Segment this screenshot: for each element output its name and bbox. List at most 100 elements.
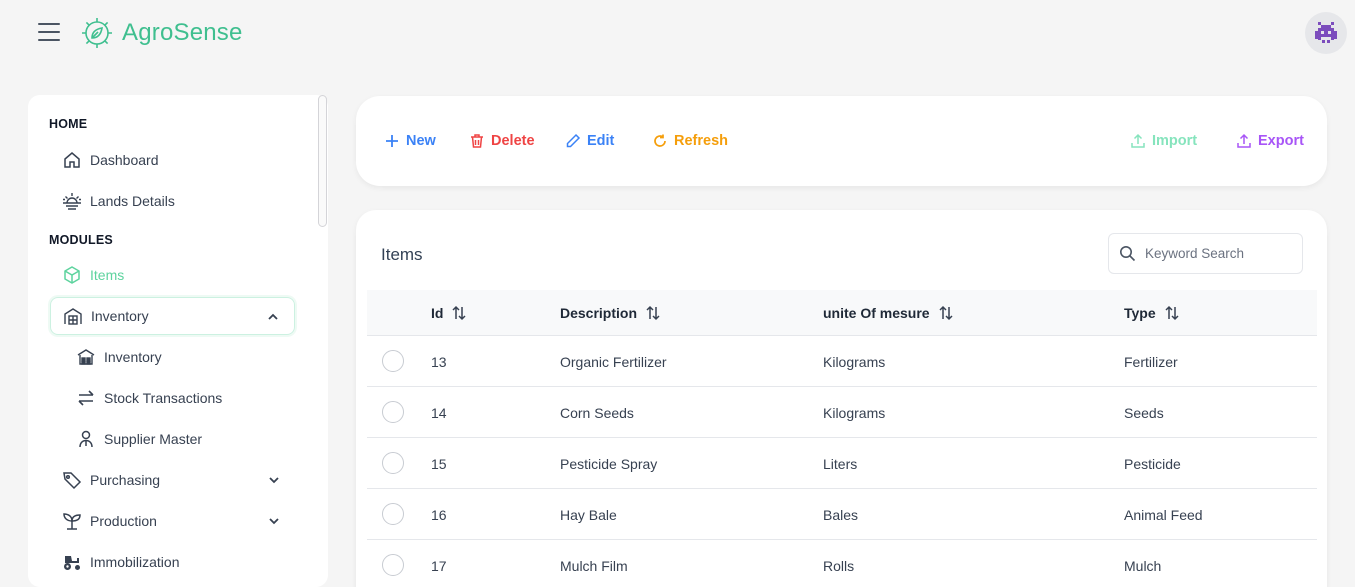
sidebar-item-label: Production <box>90 513 157 529</box>
edit-button-label: Edit <box>587 133 615 149</box>
top-bar: AgroSense <box>0 0 1355 66</box>
cell-unit-of-measure: Kilograms <box>823 353 886 370</box>
cell-description: Hay Bale <box>560 506 617 523</box>
sunrise-icon <box>63 193 81 210</box>
toolbar: New Delete Edit Refresh Import Export <box>356 96 1327 186</box>
sprout-icon <box>63 513 81 530</box>
table-title: Items <box>381 245 423 264</box>
cell-id: 17 <box>431 557 447 574</box>
sidebar-item-immobilization[interactable]: Immobilization <box>50 543 295 581</box>
table-row[interactable]: 16 Hay Bale Bales Animal Feed <box>367 489 1317 540</box>
delete-button[interactable]: Delete <box>469 130 535 152</box>
column-header-label: Type <box>1124 305 1156 321</box>
new-button[interactable]: New <box>384 130 436 152</box>
column-header-label: unite Of mesure <box>823 305 930 321</box>
sidebar-subitem-stock-transactions[interactable]: Stock Transactions <box>50 379 295 417</box>
sidebar-subitem-inventory[interactable]: Inventory <box>50 338 295 376</box>
sidebar-item-label: Items <box>90 267 125 283</box>
row-select-radio[interactable] <box>382 401 404 423</box>
upload-icon <box>1237 133 1251 148</box>
search-icon <box>1120 246 1136 262</box>
hamburger-menu-icon[interactable] <box>36 20 62 44</box>
pencil-icon <box>566 133 581 148</box>
user-pin-icon <box>79 430 93 448</box>
tractor-icon <box>64 556 80 570</box>
warehouse-icon <box>64 308 82 325</box>
column-header-label: Description <box>560 305 638 321</box>
sidebar-item-label: Immobilization <box>90 554 180 570</box>
sidebar-item-production[interactable]: Production <box>50 502 295 540</box>
sidebar-item-items[interactable]: Items <box>50 256 295 294</box>
search-input[interactable] <box>1145 246 1295 261</box>
sort-icon <box>646 305 660 321</box>
agrosense-logo-icon <box>78 14 116 52</box>
sidebar-subitem-supplier-master[interactable]: Supplier Master <box>50 420 295 458</box>
cell-unit-of-measure: Liters <box>823 455 858 472</box>
sidebar-item-dashboard[interactable]: Dashboard <box>50 141 295 179</box>
refresh-button-label: Refresh <box>674 133 728 149</box>
cell-description: Pesticide Spray <box>560 455 658 472</box>
chevron-up-icon <box>268 313 278 320</box>
tag-icon <box>63 472 82 490</box>
sidebar: HOME Dashboard Lands Details MODULES Ite… <box>28 95 328 587</box>
column-header-unit-of-measure[interactable]: unite Of mesure <box>823 290 954 336</box>
table-row[interactable]: 13 Organic Fertilizer Kilograms Fertiliz… <box>367 336 1317 387</box>
column-header-label: Id <box>431 305 444 321</box>
import-button[interactable]: Import <box>1130 130 1197 152</box>
upload-icon <box>1131 133 1145 148</box>
sidebar-scrollbar[interactable] <box>318 95 327 227</box>
row-select-radio[interactable] <box>382 503 404 525</box>
plus-icon <box>386 135 398 147</box>
section-home: HOME <box>49 117 88 131</box>
sidebar-item-label: Lands Details <box>90 193 175 209</box>
avatar[interactable] <box>1305 12 1347 54</box>
cell-unit-of-measure: Kilograms <box>823 404 886 421</box>
sidebar-item-label: Stock Transactions <box>104 390 223 406</box>
home-icon <box>64 152 80 168</box>
cell-type: Pesticide <box>1124 455 1181 472</box>
arrows-exchange-icon <box>78 390 94 406</box>
sidebar-item-label: Inventory <box>91 308 149 324</box>
sort-icon <box>452 305 466 321</box>
cell-id: 14 <box>431 404 447 421</box>
table-row[interactable]: 14 Corn Seeds Kilograms Seeds <box>367 387 1317 438</box>
refresh-button[interactable]: Refresh <box>652 130 728 152</box>
cell-id: 13 <box>431 353 447 370</box>
sidebar-item-purchasing[interactable]: Purchasing <box>50 461 295 499</box>
sidebar-item-lands-details[interactable]: Lands Details <box>50 182 295 220</box>
table-row[interactable]: 17 Mulch Film Rolls Mulch <box>367 540 1317 587</box>
column-header-id[interactable]: Id <box>431 290 467 336</box>
chevron-down-icon <box>269 518 279 525</box>
sidebar-item-label: Dashboard <box>90 152 159 168</box>
items-table-card: Items Id Description unite Of mesure Typ… <box>356 210 1327 587</box>
cell-description: Organic Fertilizer <box>560 353 667 370</box>
cell-description: Mulch Film <box>560 557 628 574</box>
chevron-down-icon <box>269 477 279 484</box>
sidebar-item-label: Supplier Master <box>104 431 203 447</box>
refresh-icon <box>654 134 666 147</box>
cell-description: Corn Seeds <box>560 404 634 421</box>
warehouse-small-icon <box>77 349 95 365</box>
row-select-radio[interactable] <box>382 554 404 576</box>
brand-name: AgroSense <box>122 19 243 46</box>
keyword-search[interactable] <box>1108 233 1303 274</box>
edit-button[interactable]: Edit <box>565 130 614 152</box>
cell-type: Fertilizer <box>1124 353 1178 370</box>
sidebar-item-inventory[interactable]: Inventory <box>50 297 295 335</box>
table-row[interactable]: 15 Pesticide Spray Liters Pesticide <box>367 438 1317 489</box>
cell-id: 15 <box>431 455 447 472</box>
row-select-radio[interactable] <box>382 350 404 372</box>
export-button[interactable]: Export <box>1236 130 1304 152</box>
column-header-type[interactable]: Type <box>1124 290 1180 336</box>
section-modules: MODULES <box>49 233 113 247</box>
export-button-label: Export <box>1258 133 1304 149</box>
cell-unit-of-measure: Rolls <box>823 557 855 574</box>
column-header-description[interactable]: Description <box>560 290 661 336</box>
cell-type: Mulch <box>1124 557 1162 574</box>
cell-unit-of-measure: Bales <box>823 506 859 523</box>
cell-type: Seeds <box>1124 404 1164 421</box>
sidebar-item-label: Inventory <box>104 349 162 365</box>
row-select-radio[interactable] <box>382 452 404 474</box>
delete-button-label: Delete <box>491 133 535 149</box>
box-icon <box>64 266 80 284</box>
